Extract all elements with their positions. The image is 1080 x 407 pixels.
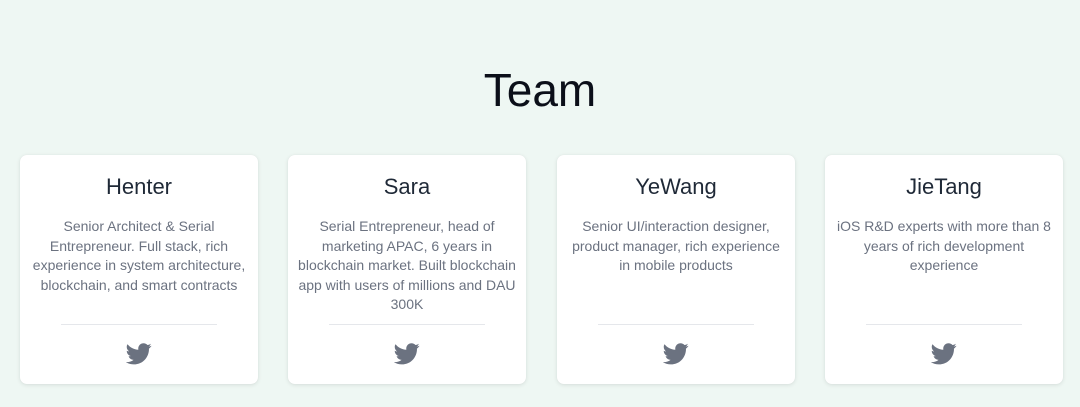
member-bio: Senior Architect & Serial Entrepreneur. …	[32, 218, 246, 293]
team-section-title: Team	[483, 64, 597, 116]
twitter-link[interactable]	[126, 343, 152, 365]
member-bio: Serial Entrepreneur, head of marketing A…	[298, 218, 516, 312]
card-divider	[61, 324, 217, 325]
twitter-link[interactable]	[663, 343, 689, 365]
member-bio: iOS R&D experts with more than 8 years o…	[837, 218, 1051, 273]
card-divider	[866, 324, 1022, 325]
twitter-link[interactable]	[394, 343, 420, 365]
team-member-card: YeWang Senior UI/interaction designer, p…	[557, 155, 795, 384]
team-member-card: Sara Serial Entrepreneur, head of market…	[288, 155, 526, 384]
team-member-card: Henter Senior Architect & Serial Entrepr…	[20, 155, 258, 384]
member-name: Sara	[383, 174, 431, 199]
card-divider	[598, 324, 754, 325]
team-member-card: JieTang iOS R&D experts with more than 8…	[825, 155, 1063, 384]
twitter-icon	[394, 343, 420, 365]
member-name: Henter	[105, 174, 173, 199]
card-divider	[329, 324, 485, 325]
twitter-icon	[663, 343, 689, 365]
member-bio: Senior UI/interaction designer, product …	[572, 218, 780, 273]
member-name: YeWang	[635, 174, 717, 199]
twitter-link[interactable]	[931, 343, 957, 365]
twitter-icon	[126, 343, 152, 365]
team-card-list: Henter Senior Architect & Serial Entrepr…	[20, 155, 1063, 384]
twitter-icon	[931, 343, 957, 365]
member-name: JieTang	[906, 174, 982, 199]
